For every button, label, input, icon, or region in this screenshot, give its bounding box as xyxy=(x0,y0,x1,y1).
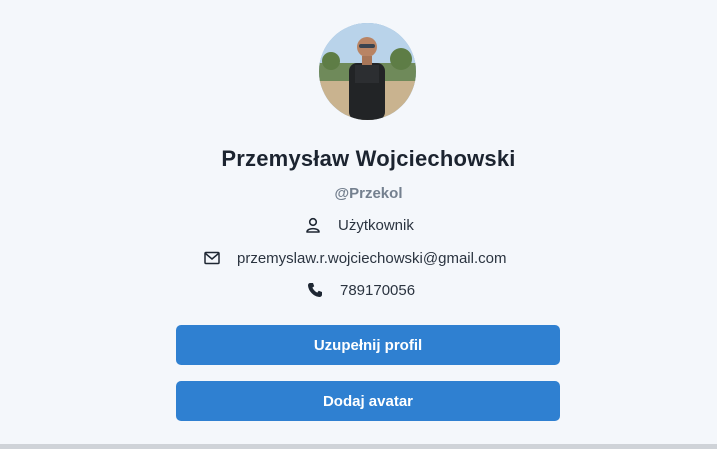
envelope-icon xyxy=(203,249,221,267)
user-icon xyxy=(304,216,322,234)
profile-username: @Przekol xyxy=(334,185,403,202)
phone-text: 789170056 xyxy=(340,281,416,299)
email-row: przemyslaw.r.wojciechowski@gmail.com xyxy=(203,248,506,268)
email-text: przemyslaw.r.wojciechowski@gmail.com xyxy=(237,249,507,267)
complete-profile-button[interactable]: Uzupełnij profil xyxy=(176,325,560,365)
phone-row: 789170056 xyxy=(306,280,415,300)
avatar xyxy=(319,23,416,120)
horizontal-scrollbar[interactable] xyxy=(0,444,717,449)
role-text: Użytkownik xyxy=(338,216,414,234)
role-row: Użytkownik xyxy=(304,215,414,235)
profile-name: Przemysław Wojciechowski xyxy=(221,146,516,171)
profile-card: Przemysław Wojciechowski @Przekol Użytko… xyxy=(0,0,717,444)
phone-icon xyxy=(306,281,324,299)
add-avatar-button[interactable]: Dodaj avatar xyxy=(176,381,560,421)
